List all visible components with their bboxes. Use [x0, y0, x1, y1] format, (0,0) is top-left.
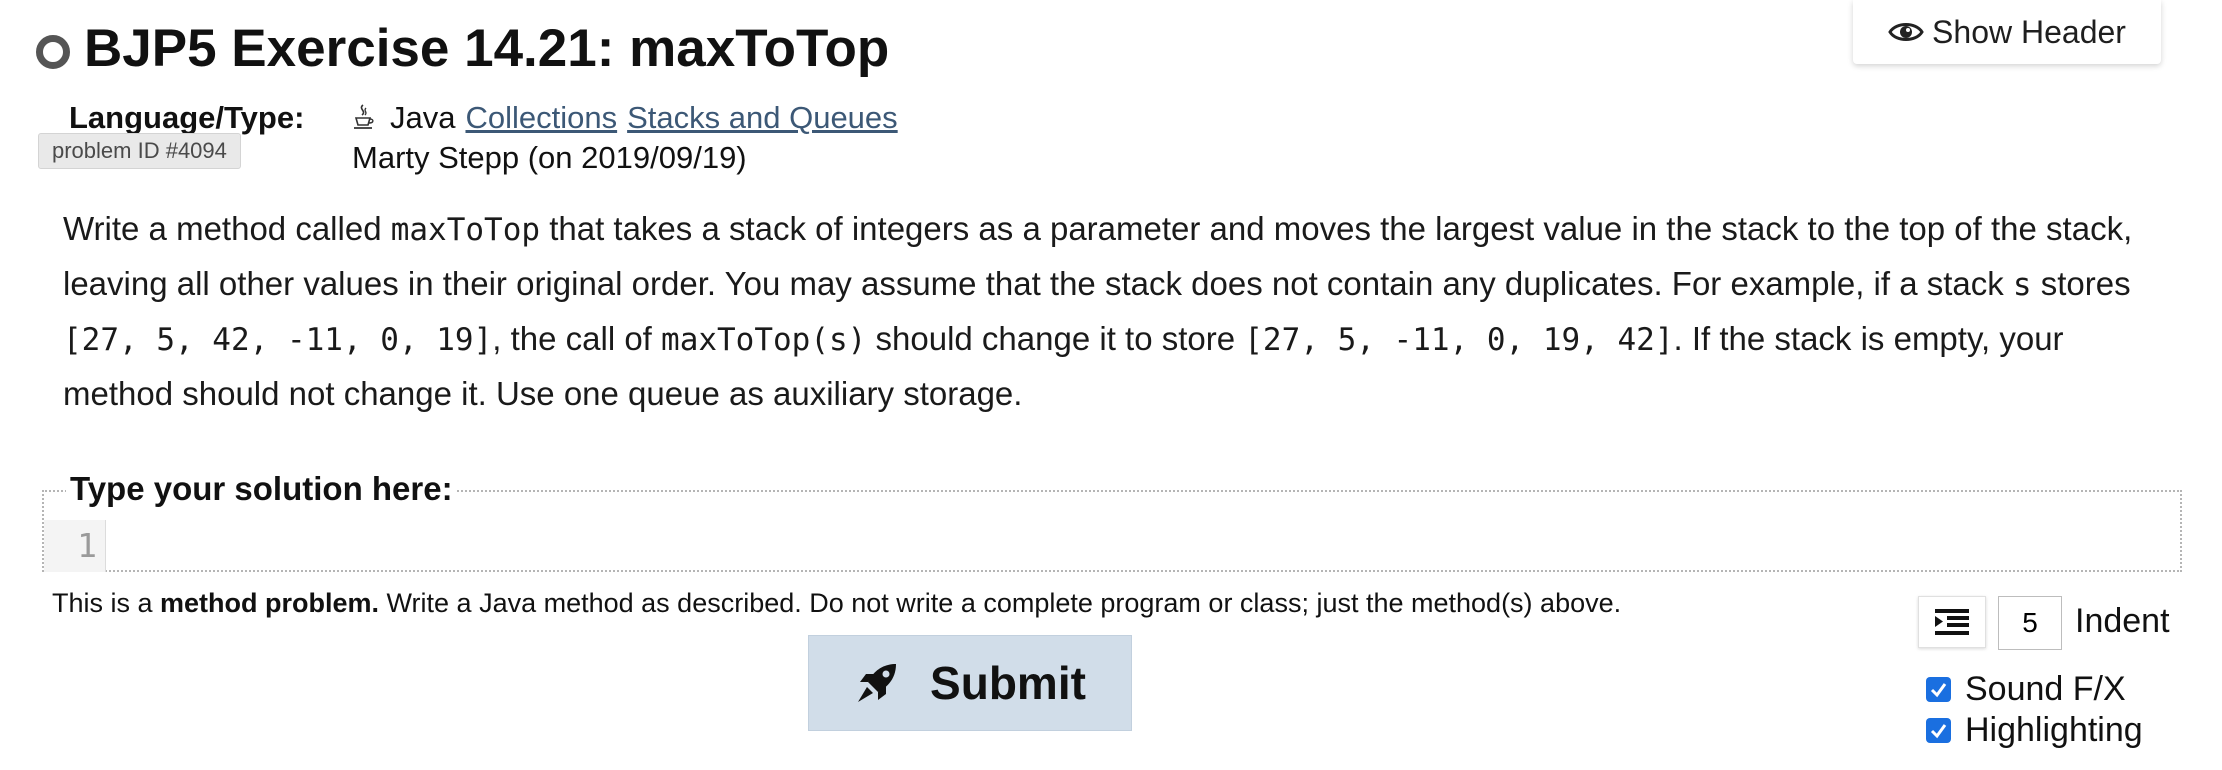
problem-page: Show Header BJP5 Exercise 14.21: maxToTo…: [0, 0, 2222, 770]
checkmark-icon: [1930, 724, 1947, 739]
unsolved-status-icon: [36, 34, 70, 69]
show-header-button[interactable]: Show Header: [1853, 0, 2161, 64]
desc-code: s: [2012, 267, 2032, 303]
submit-label: Submit: [930, 657, 1086, 709]
note-text: Write a Java method as described. Do not…: [379, 588, 1622, 618]
desc-text: Write a method called: [63, 210, 391, 247]
sound-fx-checkbox[interactable]: [1926, 677, 1951, 702]
desc-text: , the call of: [492, 320, 662, 357]
indent-label: Indent: [2075, 602, 2170, 640]
language-name: Java: [390, 100, 456, 135]
sound-fx-option[interactable]: Sound F/X: [1926, 670, 2126, 709]
method-problem-note: This is a method problem. Write a Java m…: [52, 588, 1621, 619]
desc-code: maxToTop(s): [661, 322, 867, 358]
language-type-label: Language/Type:: [69, 100, 305, 135]
checkmark-icon: [1930, 683, 1947, 698]
indent-size-input[interactable]: [1998, 596, 2062, 650]
problem-description: Write a method called maxToTop that take…: [63, 202, 2173, 420]
desc-text: stores: [2031, 265, 2131, 302]
title-row: BJP5 Exercise 14.21: maxToTop: [36, 18, 889, 79]
rocket-icon: [858, 664, 897, 702]
page-title: BJP5 Exercise 14.21: maxToTop: [84, 19, 890, 78]
line-number-gutter: 1: [44, 520, 106, 572]
desc-code: [27, 5, 42, -11, 0, 19]: [63, 322, 493, 358]
author-info: Marty Stepp (on 2019/09/19): [352, 140, 747, 175]
highlighting-label: Highlighting: [1965, 711, 2143, 749]
problem-id-badge: problem ID #4094: [38, 133, 241, 169]
tag-link-stacks-and-queues[interactable]: Stacks and Queues: [627, 100, 898, 136]
sound-fx-label: Sound F/X: [1965, 670, 2126, 708]
desc-code: [27, 5, -11, 0, 19, 42]: [1244, 322, 1674, 358]
note-bold: method problem.: [160, 588, 380, 618]
solution-legend: Type your solution here:: [66, 470, 457, 508]
desc-text: should change it to store: [866, 320, 1245, 357]
note-text: This is a: [52, 588, 161, 618]
indent-button[interactable]: [1918, 596, 1986, 648]
highlighting-option[interactable]: Highlighting: [1926, 711, 2143, 750]
highlighting-checkbox[interactable]: [1926, 718, 1951, 743]
code-editor[interactable]: [108, 520, 2180, 572]
java-cup-icon: [354, 104, 374, 129]
language-type-value: Java Collections Stacks and Queues: [352, 100, 898, 136]
tag-link-collections[interactable]: Collections: [465, 100, 617, 136]
desc-code: maxToTop: [390, 212, 541, 248]
eye-icon: [1888, 23, 1924, 41]
show-header-label: Show Header: [1932, 13, 2126, 50]
submit-button[interactable]: Submit: [808, 635, 1132, 731]
indent-icon: [1935, 609, 1969, 635]
